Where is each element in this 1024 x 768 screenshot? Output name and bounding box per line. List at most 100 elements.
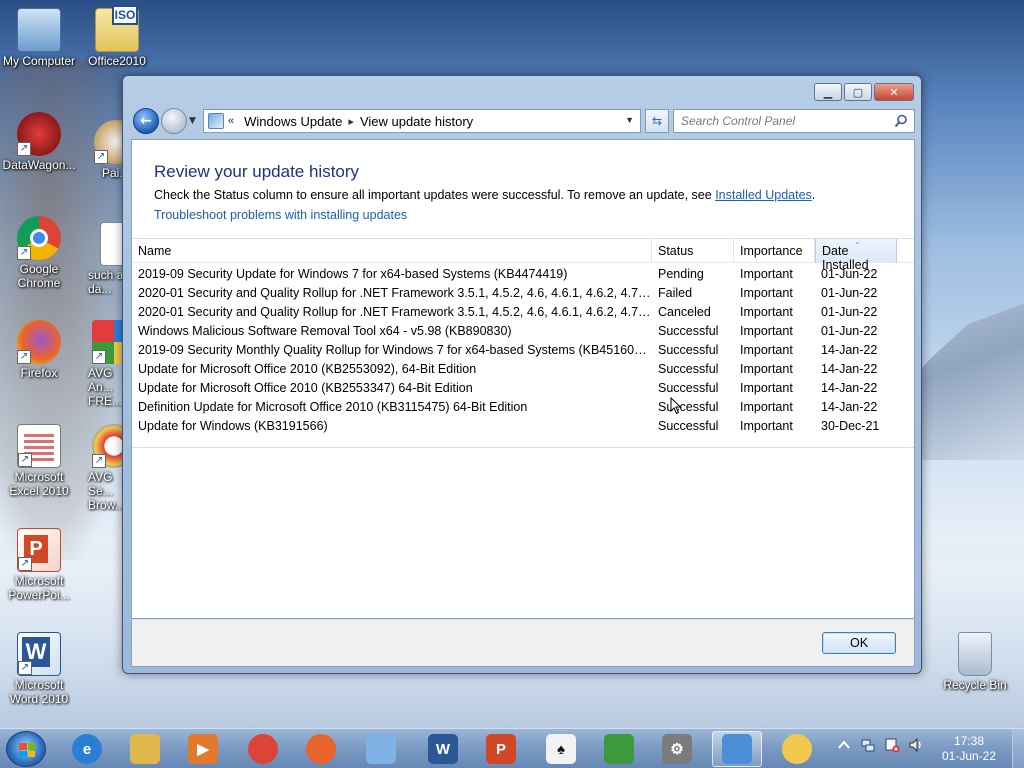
back-button[interactable]: ← [133, 108, 159, 134]
taskbar-item-word[interactable]: W [418, 731, 468, 767]
network-icon[interactable] [860, 737, 876, 753]
refresh-button[interactable]: ⇆ [645, 109, 669, 133]
taskbar-item-avg[interactable] [594, 731, 644, 767]
table-row[interactable]: Update for Windows (KB3191566) Successfu… [132, 416, 914, 435]
table-row[interactable]: 2019-09 Security Monthly Quality Rollup … [132, 340, 914, 359]
installed-updates-link[interactable]: Installed Updates [715, 188, 812, 202]
update-status: Successful [658, 362, 719, 376]
desktop-icon-such-a-day[interactable]: such a da... [86, 222, 126, 296]
shortcut-arrow-icon: ↗ [92, 454, 106, 468]
system-clock[interactable]: 17:38 01-Jun-22 [930, 734, 1008, 764]
media-player-icon: ▶ [188, 734, 218, 764]
update-importance: Important [740, 419, 793, 433]
column-header-status[interactable]: Status [652, 239, 734, 263]
column-header-importance[interactable]: Importance [734, 239, 815, 263]
show-desktop-button[interactable] [1012, 729, 1024, 768]
minimize-icon: ▁ [823, 85, 833, 99]
address-dropdown-icon[interactable]: ▼ [625, 115, 634, 125]
column-header-date-installed[interactable]: ⌄ Date Installed [815, 237, 897, 272]
solitaire-icon: ♠ [546, 734, 576, 764]
taskbar-item-settings-gear[interactable]: ⚙ [652, 731, 702, 767]
search-icon[interactable] [894, 114, 908, 128]
recent-pages-dropdown[interactable]: ▼ [189, 116, 199, 126]
breadcrumb-separator-icon[interactable]: ▸ [348, 115, 354, 128]
desktop-icon-microsoft-powerpoint[interactable]: P ↗ Microsoft PowerPoi... [0, 528, 78, 602]
taskbar-item-file-explorer[interactable] [120, 731, 170, 767]
desktop-icon-avg-secure-browser[interactable]: ↗ AVG Se... Brow... [86, 424, 126, 512]
back-arrow-icon: ← [140, 113, 152, 129]
desktop-icon-avg-antivirus[interactable]: ↗ AVG An... FRE... [86, 320, 126, 408]
avg-icon: ↗ [92, 320, 126, 364]
table-row[interactable]: 2020-01 Security and Quality Rollup for … [132, 283, 914, 302]
desktop-icon-google-chrome[interactable]: ↗ Google Chrome [0, 216, 78, 290]
page-description: Check the Status column to ensure all im… [154, 188, 815, 202]
desktop-icon-microsoft-word-2010[interactable]: W ↗ Microsoft Word 2010 [0, 632, 78, 706]
close-button[interactable]: ✕ [874, 83, 914, 101]
desktop-icon-recycle-bin[interactable]: Recycle Bin [936, 632, 1014, 692]
taskbar-item-powerpoint[interactable]: P [476, 731, 526, 767]
datawagon-icon: ↗ [17, 112, 61, 156]
taskbar-item-firefox[interactable] [296, 731, 346, 767]
show-hidden-icons-icon[interactable] [836, 737, 852, 753]
update-status: Successful [658, 324, 719, 338]
ok-button[interactable]: OK [822, 632, 896, 654]
taskbar-item-paint[interactable] [356, 731, 406, 767]
table-row[interactable]: Update for Microsoft Office 2010 (KB2553… [132, 378, 914, 397]
taskbar-item-solitaire[interactable]: ♠ [536, 731, 586, 767]
minimize-button[interactable]: ▁ [814, 83, 842, 101]
navigation-bar: ← ▼ « Windows Update ▸ View update histo… [131, 106, 915, 136]
taskbar-item-chrome[interactable] [238, 731, 288, 767]
volume-icon[interactable] [908, 737, 924, 753]
table-row[interactable]: 2019-09 Security Update for Windows 7 fo… [132, 264, 914, 283]
excel-icon: ↗ [17, 424, 61, 468]
update-date: 30-Dec-21 [821, 419, 880, 433]
internet-explorer-icon: e [72, 734, 102, 764]
control-panel-icon [722, 734, 752, 764]
update-status: Pending [658, 267, 704, 281]
breadcrumb-windows-update[interactable]: Windows Update [244, 114, 342, 129]
clock-time: 17:38 [953, 734, 985, 748]
maximize-button[interactable]: ▢ [844, 83, 872, 101]
desktop-icon-office2010[interactable]: ISO Office2010 [78, 5, 156, 68]
table-row[interactable]: Definition Update for Microsoft Office 2… [132, 397, 914, 416]
taskbar-item-media-player[interactable]: ▶ [178, 731, 228, 767]
desktop-icon-firefox[interactable]: ↗ Firefox [0, 320, 78, 380]
update-status: Successful [658, 381, 719, 395]
update-name: 2019-09 Security Monthly Quality Rollup … [138, 343, 652, 357]
start-button[interactable] [6, 731, 46, 767]
update-importance: Important [740, 324, 793, 338]
table-row[interactable]: 2020-01 Security and Quality Rollup for … [132, 302, 914, 321]
breadcrumb-overflow[interactable]: « [228, 115, 234, 127]
page-title: Review your update history [154, 162, 360, 181]
close-icon: ✕ [889, 85, 899, 99]
avg-browser-icon [782, 734, 812, 764]
update-importance: Important [740, 362, 793, 376]
word-icon: W ↗ [17, 632, 61, 676]
taskbar-item-avg-browser[interactable] [772, 731, 822, 767]
desktop-icon-paint[interactable]: ↗ Pai... [86, 120, 126, 180]
column-header-name[interactable]: Name [132, 239, 652, 263]
chrome-icon [248, 734, 278, 764]
desktop-icon-my-computer[interactable]: My Computer [0, 8, 78, 68]
taskbar-item-internet-explorer[interactable]: e [62, 731, 112, 767]
computer-icon [17, 8, 61, 52]
taskbar-item-control-panel[interactable] [712, 731, 762, 767]
update-status: Successful [658, 400, 719, 414]
clock-date: 01-Jun-22 [941, 749, 997, 763]
content-panel: Review your update history Check the Sta… [131, 139, 915, 619]
maximize-icon: ▢ [852, 85, 864, 99]
update-importance: Important [740, 305, 793, 319]
avg-browser-icon: ↗ [92, 424, 126, 468]
forward-button[interactable] [161, 108, 187, 134]
breadcrumb-view-update-history[interactable]: View update history [360, 114, 473, 129]
search-input[interactable]: Search Control Panel [673, 109, 915, 133]
desktop-icon-microsoft-excel-2010[interactable]: ↗ Microsoft Excel 2010 [0, 424, 78, 498]
desktop-icon-datawagon[interactable]: ↗ DataWagon... [0, 112, 78, 172]
update-date: 14-Jan-22 [821, 400, 878, 414]
shortcut-arrow-icon: ↗ [18, 453, 32, 467]
troubleshoot-link[interactable]: Troubleshoot problems with installing up… [154, 208, 407, 222]
table-row[interactable]: Update for Microsoft Office 2010 (KB2553… [132, 359, 914, 378]
action-center-icon[interactable] [884, 737, 900, 753]
address-bar[interactable]: « Windows Update ▸ View update history ▼ [203, 109, 641, 133]
table-row[interactable]: Windows Malicious Software Removal Tool … [132, 321, 914, 340]
